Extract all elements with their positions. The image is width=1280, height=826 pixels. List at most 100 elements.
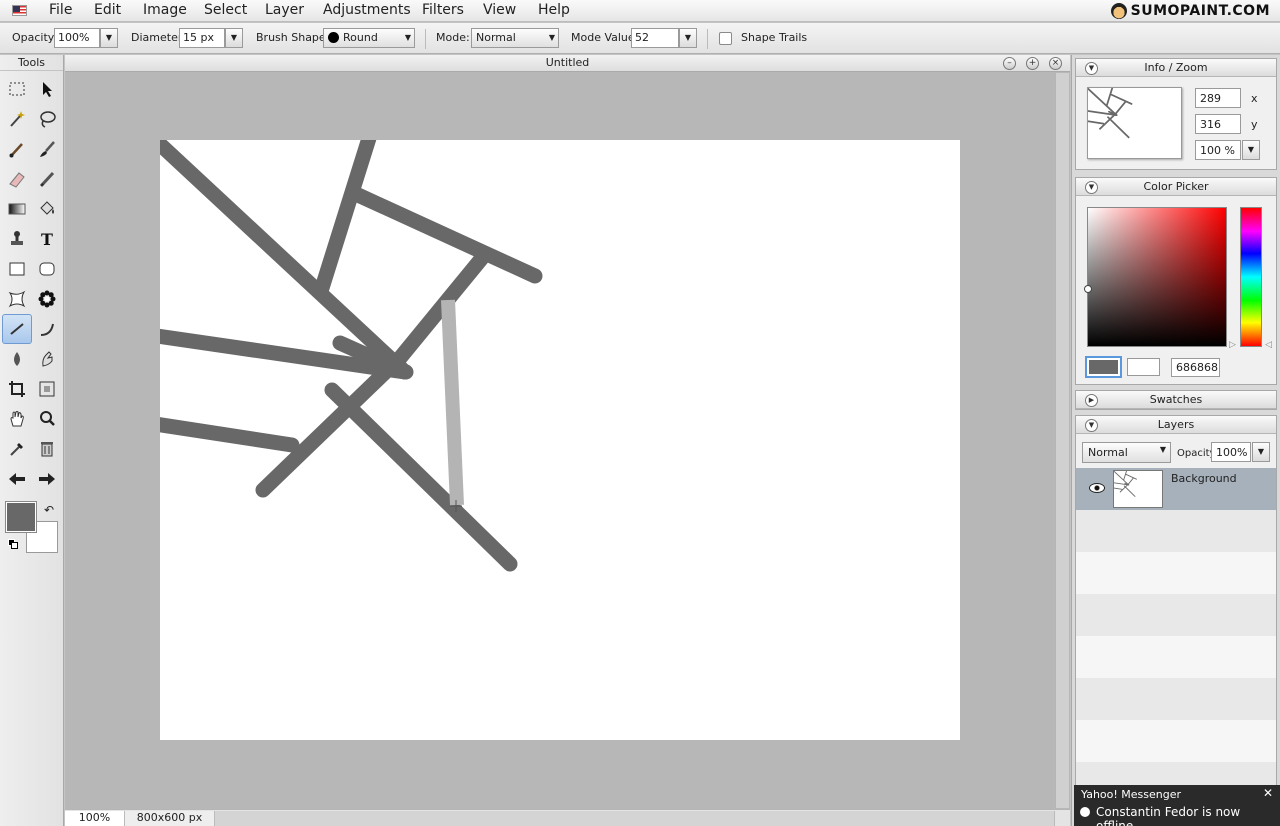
blur-tool[interactable] — [3, 345, 31, 373]
chevron-down-icon: ▼ — [548, 33, 555, 42]
zoom-tool[interactable] — [33, 405, 61, 433]
foreground-color-swatch[interactable] — [6, 502, 36, 532]
undo-button[interactable] — [3, 465, 31, 493]
diameter-input[interactable]: 15 px — [179, 28, 225, 48]
redo-button[interactable] — [33, 465, 61, 493]
menu-adjustments[interactable]: Adjustments — [321, 2, 413, 18]
tools-title: Tools — [0, 55, 63, 71]
saturation-brightness-field[interactable] — [1087, 207, 1227, 347]
lasso-tool[interactable] — [33, 105, 61, 133]
layer-row[interactable]: Background — [1076, 468, 1276, 510]
menu-edit[interactable]: Edit — [92, 2, 123, 18]
collapse-triangle-icon[interactable]: ▼ — [1085, 62, 1098, 75]
rect-select-tool[interactable] — [3, 75, 31, 103]
vertical-scrollbar[interactable] — [1055, 73, 1069, 808]
stroke — [1086, 120, 1105, 125]
opacity-input[interactable]: 100% — [54, 28, 100, 48]
layer-opacity-dropdown-button[interactable]: ▼ — [1252, 442, 1270, 462]
move-tool[interactable] — [33, 75, 61, 103]
messenger-message: Constantin Fedor is now offline — [1096, 805, 1241, 826]
curve-tool[interactable] — [33, 315, 61, 343]
rounded-rect-tool[interactable] — [33, 255, 61, 283]
brush-shape-select[interactable]: Round ▼ — [323, 28, 415, 48]
gradient-tool[interactable] — [3, 195, 31, 223]
line-tool[interactable] — [2, 314, 32, 344]
drawing-canvas[interactable] — [160, 140, 960, 740]
brush-tool[interactable] — [3, 135, 31, 163]
menu-image[interactable]: Image — [141, 2, 189, 18]
shape-trails-checkbox[interactable] — [719, 32, 732, 45]
mode-select[interactable]: Normal ▼ — [471, 28, 559, 48]
mode-value-input[interactable]: 52 — [631, 28, 679, 48]
eraser-tool[interactable] — [3, 165, 31, 193]
text-tool[interactable]: T — [33, 225, 61, 253]
paint-brush-tool[interactable] — [33, 135, 61, 163]
layers-header[interactable]: ▼ Layers — [1076, 416, 1276, 434]
menu-layer[interactable]: Layer — [263, 2, 306, 18]
zoom-dropdown-button[interactable]: ▼ — [1242, 140, 1260, 160]
messenger-notification: Yahoo! Messenger ✕ Constantin Fedor is n… — [1074, 785, 1280, 826]
menu-help[interactable]: Help — [536, 2, 572, 18]
line-icon — [10, 323, 24, 335]
crop-tool[interactable] — [3, 375, 31, 403]
swatches-header[interactable]: ▶ Swatches — [1076, 391, 1276, 409]
language-flag-icon[interactable] — [12, 5, 27, 16]
stroke — [1123, 485, 1136, 497]
hue-slider-left-arrow-icon[interactable]: ▷ — [1229, 340, 1236, 350]
stamp-tool[interactable] — [3, 225, 31, 253]
close-icon[interactable]: × — [1049, 57, 1062, 70]
minimize-icon[interactable]: – — [1003, 57, 1016, 70]
layer-opacity-input[interactable]: 100% — [1211, 442, 1251, 462]
navigator-thumbnail[interactable] — [1085, 86, 1182, 159]
chevron-down-icon: ▼ — [404, 33, 411, 42]
layer-name: Background — [1171, 472, 1237, 485]
gradient-icon — [8, 203, 26, 215]
swap-colors-icon[interactable]: ↶ — [44, 503, 54, 517]
rectangle-tool[interactable] — [3, 255, 31, 283]
horizontal-scrollbar[interactable] — [215, 811, 1055, 826]
magic-wand-tool[interactable] — [3, 105, 31, 133]
fill-tool[interactable] — [33, 195, 61, 223]
mode-value: Normal — [476, 31, 516, 44]
hand-tool[interactable] — [3, 405, 31, 433]
collapse-triangle-icon[interactable]: ▼ — [1085, 181, 1098, 194]
layer-blend-mode-select[interactable]: Normal ▼ — [1082, 442, 1171, 463]
flower-tool[interactable] — [33, 285, 61, 313]
info-zoom-header[interactable]: ▼ Info / Zoom — [1076, 59, 1276, 77]
pencil-tool[interactable] — [33, 165, 61, 193]
eye-visibility-icon[interactable] — [1089, 483, 1105, 493]
hex-color-input[interactable]: 686868 — [1171, 358, 1220, 377]
diameter-dropdown-button[interactable]: ▼ — [225, 28, 243, 48]
brush-shape-label: Brush Shape: — [256, 31, 330, 44]
opacity-dropdown-button[interactable]: ▼ — [100, 28, 118, 48]
menu-file[interactable]: File — [47, 2, 74, 18]
menu-view[interactable]: View — [481, 2, 518, 18]
transform-tool[interactable] — [33, 375, 61, 403]
zoom-input[interactable]: 100 % — [1195, 140, 1241, 160]
eyedropper-tool[interactable] — [3, 435, 31, 463]
diameter-label: Diameter: — [131, 31, 186, 44]
menu-select[interactable]: Select — [202, 2, 249, 18]
stroke — [324, 382, 518, 572]
delete-tool[interactable] — [33, 435, 61, 463]
menu-filters[interactable]: Filters — [420, 2, 466, 18]
zoom-level[interactable]: 100% — [65, 811, 125, 826]
mode-value-dropdown-button[interactable]: ▼ — [679, 28, 697, 48]
canvas-artwork — [160, 140, 543, 572]
maximize-icon[interactable]: + — [1026, 57, 1039, 70]
shape-tool[interactable] — [3, 285, 31, 313]
color-picker-handle[interactable] — [1084, 285, 1092, 293]
current-color-swatch[interactable] — [1085, 356, 1122, 378]
collapse-triangle-icon[interactable]: ▼ — [1085, 419, 1098, 432]
hue-slider-right-arrow-icon[interactable]: ◁ — [1265, 340, 1272, 350]
expand-triangle-icon[interactable]: ▶ — [1085, 394, 1098, 407]
close-icon[interactable]: ✕ — [1263, 786, 1273, 800]
x-coordinate: 289 — [1195, 88, 1241, 108]
smudge-tool[interactable] — [33, 345, 61, 373]
hue-slider[interactable] — [1240, 207, 1262, 347]
stroke — [1107, 116, 1130, 139]
tools-panel: Tools T ↶ — [0, 55, 64, 826]
previous-color-swatch[interactable] — [1127, 358, 1160, 376]
default-colors-icon[interactable] — [8, 539, 18, 549]
color-picker-header[interactable]: ▼ Color Picker — [1076, 178, 1276, 196]
